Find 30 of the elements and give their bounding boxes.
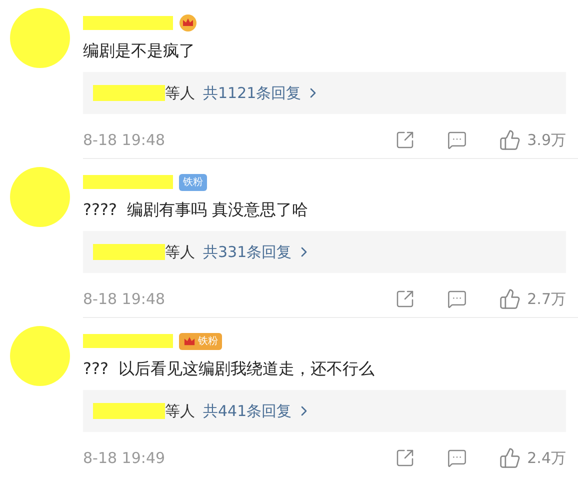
- like-button[interactable]: 3.9万: [499, 129, 566, 151]
- thumbs-up-icon: [499, 447, 522, 469]
- replies-link[interactable]: 共331条回复: [203, 242, 312, 262]
- thumbs-up-icon: [499, 129, 522, 151]
- comment-text: ??? 以后看见这编剧我绕道走，还不行么: [83, 358, 376, 380]
- crown-icon: [179, 14, 197, 32]
- comment-time: 8-18 19:49: [83, 449, 166, 467]
- comment-text: 编剧是不是疯了: [83, 40, 196, 62]
- replies-link[interactable]: 共441条回复: [203, 402, 312, 420]
- comment-button[interactable]: [447, 289, 468, 309]
- redacted-name: [93, 244, 165, 260]
- like-button[interactable]: 2.7万: [499, 288, 566, 310]
- share-button[interactable]: [395, 448, 416, 468]
- comment-button[interactable]: [447, 448, 468, 468]
- replies-text: 等人: [165, 84, 195, 102]
- redacted-name: [93, 403, 165, 419]
- share-button[interactable]: [395, 289, 416, 309]
- redacted-name: [93, 85, 165, 101]
- share-button[interactable]: [395, 130, 416, 150]
- thumbs-up-icon: [499, 288, 522, 310]
- comment-button[interactable]: [447, 130, 468, 150]
- like-button[interactable]: 2.4万: [499, 447, 566, 469]
- comment-text: ???? 编剧有事吗 真没意思了哈: [83, 199, 310, 221]
- replies-text: 等人: [165, 402, 195, 420]
- replies-text: 等人: [165, 242, 195, 262]
- fan-badge: 铁粉: [179, 332, 222, 350]
- comment-time: 8-18 19:48: [83, 131, 166, 149]
- comment-time: 8-18 19:48: [83, 290, 166, 308]
- fan-badge: 铁粉: [179, 174, 207, 190]
- replies-link[interactable]: 共1121条回复: [203, 84, 322, 102]
